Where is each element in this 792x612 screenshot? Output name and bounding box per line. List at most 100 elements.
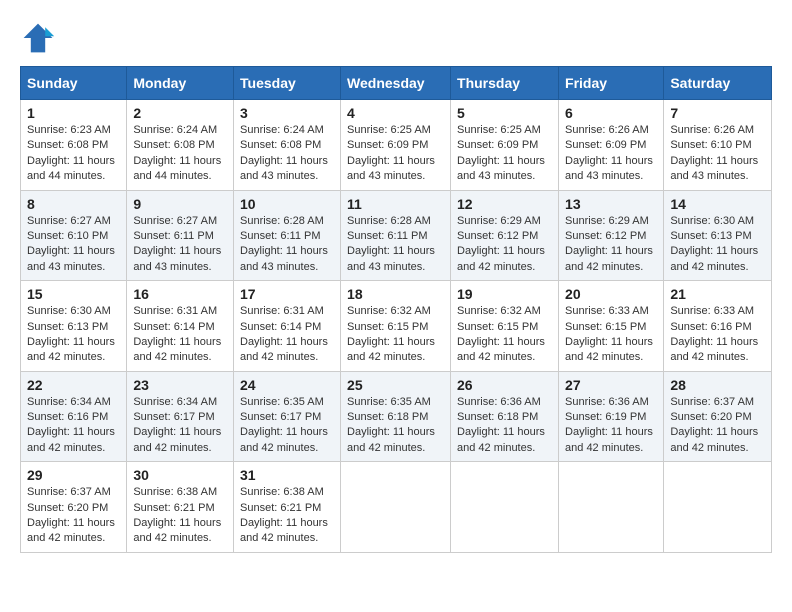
day-info: Sunrise: 6:36 AM Sunset: 6:18 PM Dayligh…: [457, 395, 552, 457]
day-number: 22: [27, 377, 120, 393]
weekday-header-row: SundayMondayTuesdayWednesdayThursdayFrid…: [21, 67, 772, 100]
sunrise-label: Sunrise: 6:31 AM: [133, 305, 217, 317]
sunrise-label: Sunrise: 6:23 AM: [27, 124, 111, 136]
sunrise-label: Sunrise: 6:24 AM: [240, 124, 324, 136]
calendar-cell: 14 Sunrise: 6:30 AM Sunset: 6:13 PM Dayl…: [664, 190, 772, 281]
calendar-cell: [341, 462, 451, 553]
daylight-label: Daylight: 11 hours and 42 minutes.: [240, 517, 328, 544]
calendar-cell: 31 Sunrise: 6:38 AM Sunset: 6:21 PM Dayl…: [234, 462, 341, 553]
sunset-label: Sunset: 6:20 PM: [670, 411, 751, 423]
sunrise-label: Sunrise: 6:33 AM: [670, 305, 754, 317]
day-number: 2: [133, 105, 227, 121]
day-number: 20: [565, 286, 657, 302]
calendar-cell: 17 Sunrise: 6:31 AM Sunset: 6:14 PM Dayl…: [234, 281, 341, 372]
daylight-label: Daylight: 11 hours and 42 minutes.: [457, 336, 545, 363]
day-number: 16: [133, 286, 227, 302]
daylight-label: Daylight: 11 hours and 42 minutes.: [670, 426, 758, 453]
calendar-cell: [559, 462, 664, 553]
sunrise-label: Sunrise: 6:32 AM: [347, 305, 431, 317]
calendar-week-3: 15 Sunrise: 6:30 AM Sunset: 6:13 PM Dayl…: [21, 281, 772, 372]
sunset-label: Sunset: 6:13 PM: [670, 230, 751, 242]
day-info: Sunrise: 6:37 AM Sunset: 6:20 PM Dayligh…: [27, 485, 120, 547]
day-info: Sunrise: 6:36 AM Sunset: 6:19 PM Dayligh…: [565, 395, 657, 457]
calendar-cell: 9 Sunrise: 6:27 AM Sunset: 6:11 PM Dayli…: [127, 190, 234, 281]
calendar-cell: 19 Sunrise: 6:32 AM Sunset: 6:15 PM Dayl…: [451, 281, 559, 372]
sunrise-label: Sunrise: 6:24 AM: [133, 124, 217, 136]
sunset-label: Sunset: 6:14 PM: [240, 321, 321, 333]
sunset-label: Sunset: 6:16 PM: [670, 321, 751, 333]
daylight-label: Daylight: 11 hours and 42 minutes.: [670, 336, 758, 363]
calendar-cell: 30 Sunrise: 6:38 AM Sunset: 6:21 PM Dayl…: [127, 462, 234, 553]
sunset-label: Sunset: 6:17 PM: [133, 411, 214, 423]
day-number: 26: [457, 377, 552, 393]
day-number: 19: [457, 286, 552, 302]
calendar-cell: 28 Sunrise: 6:37 AM Sunset: 6:20 PM Dayl…: [664, 371, 772, 462]
calendar-cell: 8 Sunrise: 6:27 AM Sunset: 6:10 PM Dayli…: [21, 190, 127, 281]
day-info: Sunrise: 6:28 AM Sunset: 6:11 PM Dayligh…: [240, 214, 334, 276]
sunrise-label: Sunrise: 6:27 AM: [27, 215, 111, 227]
sunset-label: Sunset: 6:08 PM: [133, 139, 214, 151]
day-info: Sunrise: 6:33 AM Sunset: 6:15 PM Dayligh…: [565, 304, 657, 366]
daylight-label: Daylight: 11 hours and 42 minutes.: [670, 245, 758, 272]
day-info: Sunrise: 6:26 AM Sunset: 6:10 PM Dayligh…: [670, 123, 765, 185]
sunset-label: Sunset: 6:18 PM: [347, 411, 428, 423]
day-info: Sunrise: 6:33 AM Sunset: 6:16 PM Dayligh…: [670, 304, 765, 366]
calendar-cell: 11 Sunrise: 6:28 AM Sunset: 6:11 PM Dayl…: [341, 190, 451, 281]
sunrise-label: Sunrise: 6:28 AM: [240, 215, 324, 227]
calendar-week-1: 1 Sunrise: 6:23 AM Sunset: 6:08 PM Dayli…: [21, 100, 772, 191]
page-header: [20, 20, 772, 56]
sunset-label: Sunset: 6:10 PM: [670, 139, 751, 151]
sunset-label: Sunset: 6:11 PM: [240, 230, 321, 242]
calendar-cell: 12 Sunrise: 6:29 AM Sunset: 6:12 PM Dayl…: [451, 190, 559, 281]
sunrise-label: Sunrise: 6:29 AM: [565, 215, 649, 227]
daylight-label: Daylight: 11 hours and 42 minutes.: [347, 426, 435, 453]
day-info: Sunrise: 6:32 AM Sunset: 6:15 PM Dayligh…: [457, 304, 552, 366]
day-info: Sunrise: 6:27 AM Sunset: 6:11 PM Dayligh…: [133, 214, 227, 276]
sunset-label: Sunset: 6:16 PM: [27, 411, 108, 423]
sunrise-label: Sunrise: 6:28 AM: [347, 215, 431, 227]
daylight-label: Daylight: 11 hours and 42 minutes.: [133, 426, 221, 453]
daylight-label: Daylight: 11 hours and 43 minutes.: [565, 155, 653, 182]
day-number: 12: [457, 196, 552, 212]
calendar-cell: [664, 462, 772, 553]
calendar-cell: 18 Sunrise: 6:32 AM Sunset: 6:15 PM Dayl…: [341, 281, 451, 372]
calendar-cell: 13 Sunrise: 6:29 AM Sunset: 6:12 PM Dayl…: [559, 190, 664, 281]
sunset-label: Sunset: 6:19 PM: [565, 411, 646, 423]
calendar-cell: 4 Sunrise: 6:25 AM Sunset: 6:09 PM Dayli…: [341, 100, 451, 191]
day-info: Sunrise: 6:34 AM Sunset: 6:17 PM Dayligh…: [133, 395, 227, 457]
sunrise-label: Sunrise: 6:38 AM: [240, 486, 324, 498]
calendar-cell: 1 Sunrise: 6:23 AM Sunset: 6:08 PM Dayli…: [21, 100, 127, 191]
day-info: Sunrise: 6:26 AM Sunset: 6:09 PM Dayligh…: [565, 123, 657, 185]
sunrise-label: Sunrise: 6:29 AM: [457, 215, 541, 227]
daylight-label: Daylight: 11 hours and 43 minutes.: [457, 155, 545, 182]
sunrise-label: Sunrise: 6:31 AM: [240, 305, 324, 317]
sunset-label: Sunset: 6:09 PM: [457, 139, 538, 151]
sunset-label: Sunset: 6:18 PM: [457, 411, 538, 423]
weekday-sunday: Sunday: [21, 67, 127, 100]
sunrise-label: Sunrise: 6:35 AM: [347, 396, 431, 408]
day-info: Sunrise: 6:28 AM Sunset: 6:11 PM Dayligh…: [347, 214, 444, 276]
day-info: Sunrise: 6:31 AM Sunset: 6:14 PM Dayligh…: [240, 304, 334, 366]
day-info: Sunrise: 6:24 AM Sunset: 6:08 PM Dayligh…: [133, 123, 227, 185]
daylight-label: Daylight: 11 hours and 43 minutes.: [27, 245, 115, 272]
daylight-label: Daylight: 11 hours and 43 minutes.: [670, 155, 758, 182]
day-info: Sunrise: 6:34 AM Sunset: 6:16 PM Dayligh…: [27, 395, 120, 457]
day-number: 28: [670, 377, 765, 393]
day-number: 5: [457, 105, 552, 121]
daylight-label: Daylight: 11 hours and 44 minutes.: [133, 155, 221, 182]
calendar-table: SundayMondayTuesdayWednesdayThursdayFrid…: [20, 66, 772, 553]
calendar-cell: 25 Sunrise: 6:35 AM Sunset: 6:18 PM Dayl…: [341, 371, 451, 462]
calendar-cell: 3 Sunrise: 6:24 AM Sunset: 6:08 PM Dayli…: [234, 100, 341, 191]
day-number: 27: [565, 377, 657, 393]
calendar-cell: 24 Sunrise: 6:35 AM Sunset: 6:17 PM Dayl…: [234, 371, 341, 462]
day-number: 15: [27, 286, 120, 302]
weekday-monday: Monday: [127, 67, 234, 100]
sunset-label: Sunset: 6:09 PM: [565, 139, 646, 151]
sunset-label: Sunset: 6:17 PM: [240, 411, 321, 423]
sunset-label: Sunset: 6:11 PM: [347, 230, 428, 242]
sunrise-label: Sunrise: 6:34 AM: [133, 396, 217, 408]
day-info: Sunrise: 6:35 AM Sunset: 6:17 PM Dayligh…: [240, 395, 334, 457]
day-info: Sunrise: 6:30 AM Sunset: 6:13 PM Dayligh…: [670, 214, 765, 276]
weekday-tuesday: Tuesday: [234, 67, 341, 100]
sunset-label: Sunset: 6:09 PM: [347, 139, 428, 151]
